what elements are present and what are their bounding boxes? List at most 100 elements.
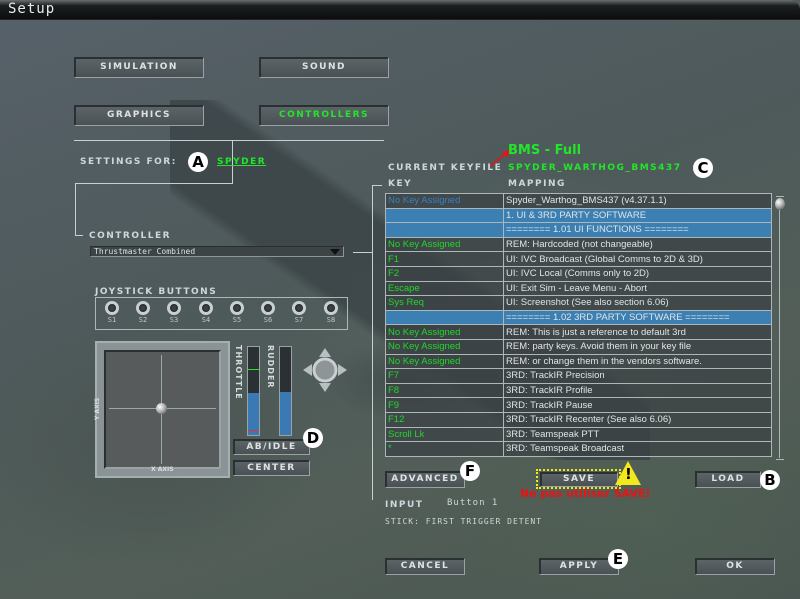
button-caption: S8 <box>326 316 336 324</box>
cancel-button[interactable]: Cancel <box>385 558 465 575</box>
joystick-button-indicator: S6 <box>258 301 278 324</box>
controller-dropdown[interactable]: Thrustmaster Combined <box>90 246 344 257</box>
profile-link[interactable]: Spyder <box>217 157 266 167</box>
button-caption: S2 <box>138 316 148 324</box>
mapping-cell[interactable]: REM: party keys. Avoid them in your key … <box>503 338 772 355</box>
load-button[interactable]: Load <box>695 471 761 488</box>
key-cell[interactable]: No Key Assigned <box>385 338 504 355</box>
key-cell[interactable] <box>385 309 504 326</box>
mapping-cell[interactable]: 3RD: TrackIR Recenter (See also 6.06) <box>503 411 772 428</box>
mapping-cell[interactable]: UI: Screenshot (See also section 6.06) <box>503 295 772 311</box>
button-ring-icon <box>136 301 150 315</box>
mapping-cell[interactable]: UI: Exit Sim - Leave Menu - Abort <box>503 280 772 297</box>
table-scrollbar[interactable] <box>775 196 785 460</box>
x-axis-label: X AXIS <box>151 466 174 473</box>
controller-selected-value: Thrustmaster Combined <box>94 247 196 256</box>
table-row[interactable]: F7 3RD: TrackIR Precision <box>385 368 772 384</box>
mapping-cell[interactable]: 3RD: TrackIR Profile <box>503 382 772 399</box>
throttle-label: THROTTLE <box>234 345 243 400</box>
ok-button[interactable]: Ok <box>695 558 775 575</box>
key-cell[interactable]: No Key Assigned <box>385 324 504 340</box>
save-button[interactable]: Save <box>540 472 618 487</box>
mapping-cell[interactable]: 3RD: TrackIR Precision <box>503 368 772 384</box>
key-cell[interactable] <box>385 207 504 224</box>
table-row[interactable]: * 3RD: Teamspeak Broadcast <box>385 441 772 457</box>
table-row[interactable]: F12 3RD: TrackIR Recenter (See also 6.06) <box>385 411 772 428</box>
mapping-cell[interactable]: REM: This is just a reference to default… <box>503 324 772 340</box>
table-row[interactable]: Sys Req UI: Screenshot (See also section … <box>385 295 772 311</box>
connector-line <box>353 252 373 253</box>
controller-label: Controller <box>89 231 172 241</box>
tab-controllers[interactable]: Controllers <box>259 105 389 126</box>
table-row[interactable]: No Key Assigned REM: Hardcoded (not chang… <box>385 236 772 253</box>
key-cell[interactable]: No Key Assigned <box>385 236 504 253</box>
table-row[interactable]: ======== 1.02 3RD PARTY SOFTWARE =======… <box>385 309 772 326</box>
ab-idle-button[interactable]: AB/Idle <box>233 439 310 455</box>
mapping-cell[interactable]: 1. UI & 3RD PARTY SOFTWARE <box>503 207 772 224</box>
annotation-badge-f: F <box>460 461 480 481</box>
table-row[interactable]: F8 3RD: TrackIR Profile <box>385 382 772 399</box>
mapping-cell[interactable]: 3RD: Teamspeak PTT <box>503 426 772 443</box>
scroll-thumb[interactable] <box>775 198 785 210</box>
advanced-button[interactable]: Advanced <box>385 471 465 488</box>
key-cell[interactable]: F9 <box>385 397 504 413</box>
key-cell[interactable]: No Key Assigned <box>385 193 504 209</box>
key-cell[interactable]: F2 <box>385 265 504 282</box>
throttle-ab-marker <box>248 369 259 370</box>
center-button[interactable]: Center <box>233 460 310 476</box>
key-cell[interactable]: * <box>385 441 504 457</box>
mapping-cell[interactable]: REM: or change them in the vendors softw… <box>503 353 772 370</box>
table-row[interactable]: 1. UI & 3RD PARTY SOFTWARE <box>385 207 772 224</box>
input-description: STICK: FIRST TRIGGER DETENT <box>385 517 543 526</box>
table-row[interactable]: F2 UI: IVC Local (Comms only to 2D) <box>385 265 772 282</box>
button-caption: S5 <box>232 316 242 324</box>
table-row[interactable]: No Key Assigned Spyder_Warthog_BMS437 (v4… <box>385 193 772 209</box>
mapping-cell[interactable]: ======== 1.02 3RD PARTY SOFTWARE =======… <box>503 309 772 326</box>
key-cell[interactable]: F8 <box>385 382 504 399</box>
throttle-fill <box>248 392 259 435</box>
scroll-bottom-cap <box>776 459 784 460</box>
key-cell[interactable]: No Key Assigned <box>385 353 504 370</box>
scroll-track[interactable] <box>779 198 780 458</box>
tab-sound[interactable]: Sound <box>259 57 389 78</box>
key-mapping-table: No Key Assigned Spyder_Warthog_BMS437 (v4… <box>385 193 772 457</box>
table-row[interactable]: No Key Assigned REM: This is just a refer… <box>385 324 772 340</box>
key-cell[interactable]: Scroll Lk <box>385 426 504 443</box>
key-cell[interactable]: F7 <box>385 368 504 384</box>
key-cell[interactable]: Escape <box>385 280 504 297</box>
key-cell[interactable] <box>385 222 504 238</box>
joystick-button-indicator: S7 <box>289 301 309 324</box>
table-row[interactable]: No Key Assigned REM: party keys. Avoid th… <box>385 338 772 355</box>
table-row[interactable]: F1 UI: IVC Broadcast (Global Comms to 2D … <box>385 251 772 267</box>
mapping-cell[interactable]: ======== 1.01 UI FUNCTIONS ======== <box>503 222 772 238</box>
key-cell[interactable]: F12 <box>385 411 504 428</box>
button-caption: S7 <box>294 316 304 324</box>
annotation-badge-b: B <box>760 470 780 490</box>
table-row[interactable]: F9 3RD: TrackIR Pause <box>385 397 772 413</box>
tab-simulation[interactable]: Simulation <box>74 57 204 78</box>
mapping-cell[interactable]: UI: IVC Broadcast (Global Comms to 2D & … <box>503 251 772 267</box>
mapping-cell[interactable]: REM: Hardcoded (not changeable) <box>503 236 772 253</box>
table-row[interactable]: ======== 1.01 UI FUNCTIONS ======== <box>385 222 772 238</box>
mapping-cell[interactable]: Spyder_Warthog_BMS437 (v4.37.1.1) <box>503 193 772 209</box>
rudder-bar <box>279 346 292 436</box>
table-row[interactable]: Scroll Lk 3RD: Teamspeak PTT <box>385 426 772 443</box>
button-ring-icon <box>167 301 181 315</box>
apply-button[interactable]: Apply <box>539 558 619 575</box>
table-row[interactable]: Escape UI: Exit Sim - Leave Menu - Abort <box>385 280 772 297</box>
table-row[interactable]: No Key Assigned REM: or change them in th… <box>385 353 772 370</box>
joystick-button-indicator: S1 <box>102 301 122 324</box>
tab-graphics[interactable]: Graphics <box>74 105 204 126</box>
connector-line <box>75 183 233 184</box>
axis-plot-area <box>104 350 221 469</box>
mapping-cell[interactable]: 3RD: Teamspeak Broadcast <box>503 441 772 457</box>
joystick-button-indicator: S2 <box>133 301 153 324</box>
button-ring-icon <box>261 301 275 315</box>
joystick-button-indicator: S4 <box>196 301 216 324</box>
key-cell[interactable]: F1 <box>385 251 504 267</box>
button-caption: S1 <box>107 316 117 324</box>
key-cell[interactable]: Sys Req <box>385 295 504 311</box>
mapping-cell[interactable]: UI: IVC Local (Comms only to 2D) <box>503 265 772 282</box>
mapping-cell[interactable]: 3RD: TrackIR Pause <box>503 397 772 413</box>
chevron-down-icon[interactable] <box>330 249 340 255</box>
